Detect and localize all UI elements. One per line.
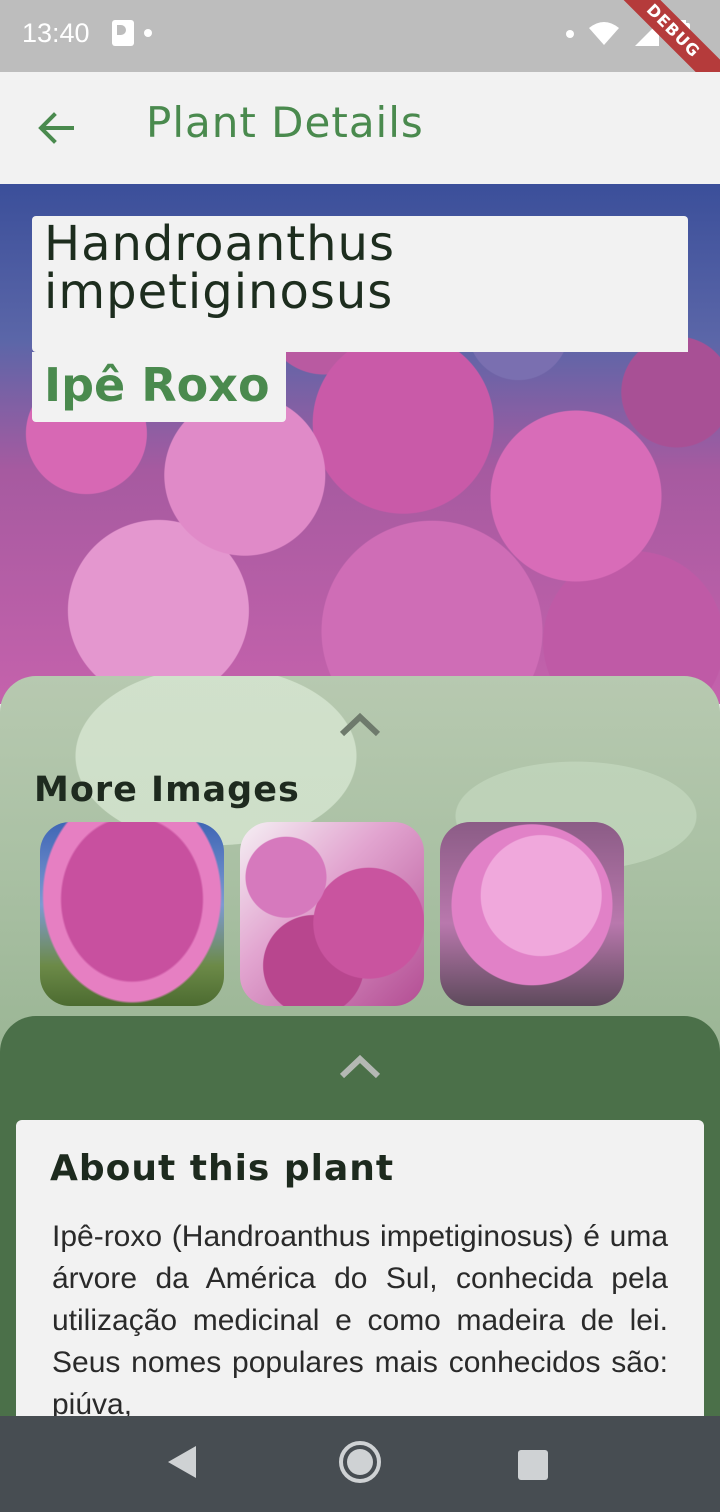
recents-square-icon[interactable] <box>518 1450 548 1480</box>
thumbnail-flowers-closeup-photo[interactable] <box>440 822 624 1006</box>
chevron-up-icon <box>339 1054 381 1079</box>
about-card: About this plant Ipê-roxo (Handroanthus … <box>16 1120 704 1440</box>
chevron-up-icon <box>339 712 381 737</box>
status-dot-icon <box>566 30 574 38</box>
parking-notification-icon <box>112 20 134 46</box>
about-description: Ipê-roxo (Handroanthus impetiginosus) é … <box>52 1220 668 1421</box>
arrow-left-icon <box>38 112 74 144</box>
home-circle-icon[interactable] <box>338 1440 382 1484</box>
page-title: Plant Details <box>146 98 424 147</box>
thumbnail-tree-photo[interactable] <box>40 822 224 1006</box>
more-images-title: More Images <box>34 770 300 810</box>
more-images-list <box>40 822 624 1006</box>
system-navigation-bar <box>0 1416 720 1512</box>
expand-more-images-button[interactable] <box>336 710 384 740</box>
more-notifications-dot-icon <box>144 29 152 37</box>
status-time: 13:40 <box>22 18 90 48</box>
thumbnail-branches-photo[interactable] <box>240 822 424 1006</box>
plant-scientific-name: Handroanthus impetiginosus <box>44 216 395 320</box>
about-title: About this plant <box>50 1148 395 1189</box>
back-button[interactable] <box>28 106 84 150</box>
expand-about-button[interactable] <box>336 1052 384 1082</box>
status-bar: 13:40 DEBUG <box>0 0 720 101</box>
app-bar: Plant Details <box>0 72 720 184</box>
plant-common-name: Ipê Roxo <box>44 358 270 412</box>
wifi-icon <box>589 22 619 45</box>
back-triangle-icon[interactable] <box>166 1444 198 1480</box>
notification-icons <box>112 20 152 46</box>
